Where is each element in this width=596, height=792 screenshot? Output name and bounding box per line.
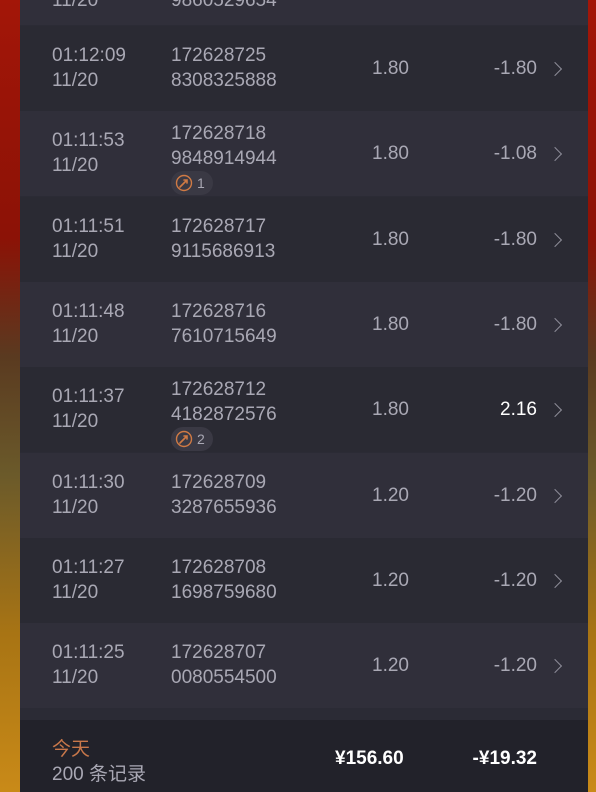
row-id-line2: 8308325888 <box>171 70 277 91</box>
row-profit-loss: -1.08 <box>493 143 537 165</box>
row-bet-amount: 1.80 <box>372 143 409 165</box>
row-bet-amount: 1.80 <box>372 58 409 79</box>
row-date: 11/20 <box>52 325 99 347</box>
rocket-icon <box>175 430 193 448</box>
row-id-line1: 172628725 <box>171 45 267 66</box>
row-time: 01:11:30 <box>52 471 125 493</box>
row-time: 01:11:27 <box>52 556 125 578</box>
row-date: 11/20 <box>52 0 99 11</box>
summary-record-count: 200 条记录 <box>52 764 146 785</box>
row-profit-loss: -1.80 <box>493 58 537 79</box>
badge-count: 2 <box>197 431 205 448</box>
row-date: 11/20 <box>52 411 99 433</box>
table-row[interactable]: 01:11:30 11/20 172628709 3287655936 1.20 -1.2… <box>20 452 588 538</box>
row-time: 01:11:53 <box>52 130 125 152</box>
row-time: 01:12:09 <box>52 45 126 66</box>
row-date: 11/20 <box>52 70 99 91</box>
table-row[interactable]: 01:11:25 11/20 172628707 0080554500 1.20 -1.2… <box>20 623 588 709</box>
summary-total-pnl: -¥19.32 <box>472 748 537 769</box>
multiplier-badge: 1 <box>171 171 213 196</box>
row-time: 01:11:51 <box>52 215 125 237</box>
multiplier-badge: 2 <box>171 427 213 452</box>
summary-total-bet: ¥156.60 <box>335 748 404 769</box>
row-id-line1: 172628717 <box>171 215 267 237</box>
row-id-line1: 172628712 <box>171 379 267 401</box>
badge-count: 1 <box>197 175 205 192</box>
chevron-right-icon[interactable] <box>547 573 563 588</box>
chevron-right-icon[interactable] <box>547 61 563 77</box>
history-panel: 11/20 9860529654 01:12:09 11/20 172628725 8… <box>20 0 588 792</box>
row-bet-amount: 1.80 <box>372 313 409 335</box>
row-id-line2: 4182872576 <box>171 404 277 426</box>
row-id-line1: 172628707 <box>171 642 267 664</box>
row-id-line1: 172628718 <box>171 123 267 145</box>
row-id-line2: 9848914944 <box>171 148 277 170</box>
chevron-right-icon[interactable] <box>547 232 563 247</box>
row-id-line1: 172628709 <box>171 471 267 493</box>
table-row[interactable]: 01:11:27 11/20 172628708 1698759680 1.20 -1.2… <box>20 537 588 623</box>
chevron-right-icon[interactable] <box>547 659 563 674</box>
row-bet-amount: 1.80 <box>372 228 409 250</box>
rocket-icon <box>175 175 193 192</box>
row-profit-loss: 2.16 <box>500 399 537 421</box>
table-row[interactable]: 01:12:09 11/20 172628725 8308325888 1.80 -1.8… <box>20 26 588 111</box>
row-id-line2: 9115686913 <box>171 240 276 262</box>
chevron-right-icon[interactable] <box>547 488 563 503</box>
chevron-right-icon[interactable] <box>547 147 563 162</box>
row-date: 11/20 <box>52 667 99 689</box>
chevron-right-icon[interactable] <box>547 403 563 418</box>
row-profit-loss: -1.80 <box>493 313 537 335</box>
table-row-partial[interactable]: 11/20 9860529654 <box>20 0 588 25</box>
row-time: 01:11:48 <box>52 300 125 322</box>
row-time: 01:11:25 <box>52 642 125 664</box>
row-bet-amount: 1.20 <box>372 484 409 506</box>
background-right <box>588 0 596 792</box>
row-profit-loss: -1.20 <box>493 569 537 591</box>
row-bet-amount: 1.80 <box>372 399 409 421</box>
row-profit-loss: -1.20 <box>493 655 537 677</box>
row-date: 11/20 <box>52 496 99 518</box>
row-time: 01:11:37 <box>52 386 125 408</box>
chevron-right-icon[interactable] <box>547 317 563 332</box>
row-id-line1: 172628716 <box>171 300 267 322</box>
summary-bar: 今天 200 条记录 ¥156.60 -¥19.32 <box>20 720 588 792</box>
row-id-line2: 0080554500 <box>171 667 277 689</box>
row-id-line2: 9860529654 <box>171 0 277 11</box>
table-row[interactable]: 01:11:37 11/20 172628712 4182872576 1.80 2.16… <box>20 367 588 453</box>
table-row[interactable]: 01:11:48 11/20 172628716 7610715649 1.80 -1.8… <box>20 281 588 367</box>
row-profit-loss: -1.80 <box>493 228 537 250</box>
row-bet-amount: 1.20 <box>372 569 409 591</box>
row-date: 11/20 <box>52 581 99 603</box>
table-row[interactable]: 01:11:51 11/20 172628717 9115686913 1.80 -1.8… <box>20 196 588 282</box>
row-id-line1: 172628708 <box>171 556 267 578</box>
row-date: 11/20 <box>52 240 99 262</box>
row-profit-loss: -1.20 <box>493 484 537 506</box>
background-left <box>0 0 20 792</box>
row-id-line2: 3287655936 <box>171 496 277 518</box>
row-id-line2: 1698759680 <box>171 581 277 603</box>
row-id-line2: 7610715649 <box>171 325 277 347</box>
row-bet-amount: 1.20 <box>372 655 409 677</box>
row-date: 11/20 <box>52 155 99 177</box>
summary-label: 今天 <box>52 739 91 760</box>
table-row[interactable]: 01:11:53 11/20 172628718 9848914944 1.80 -1.0… <box>20 111 588 197</box>
